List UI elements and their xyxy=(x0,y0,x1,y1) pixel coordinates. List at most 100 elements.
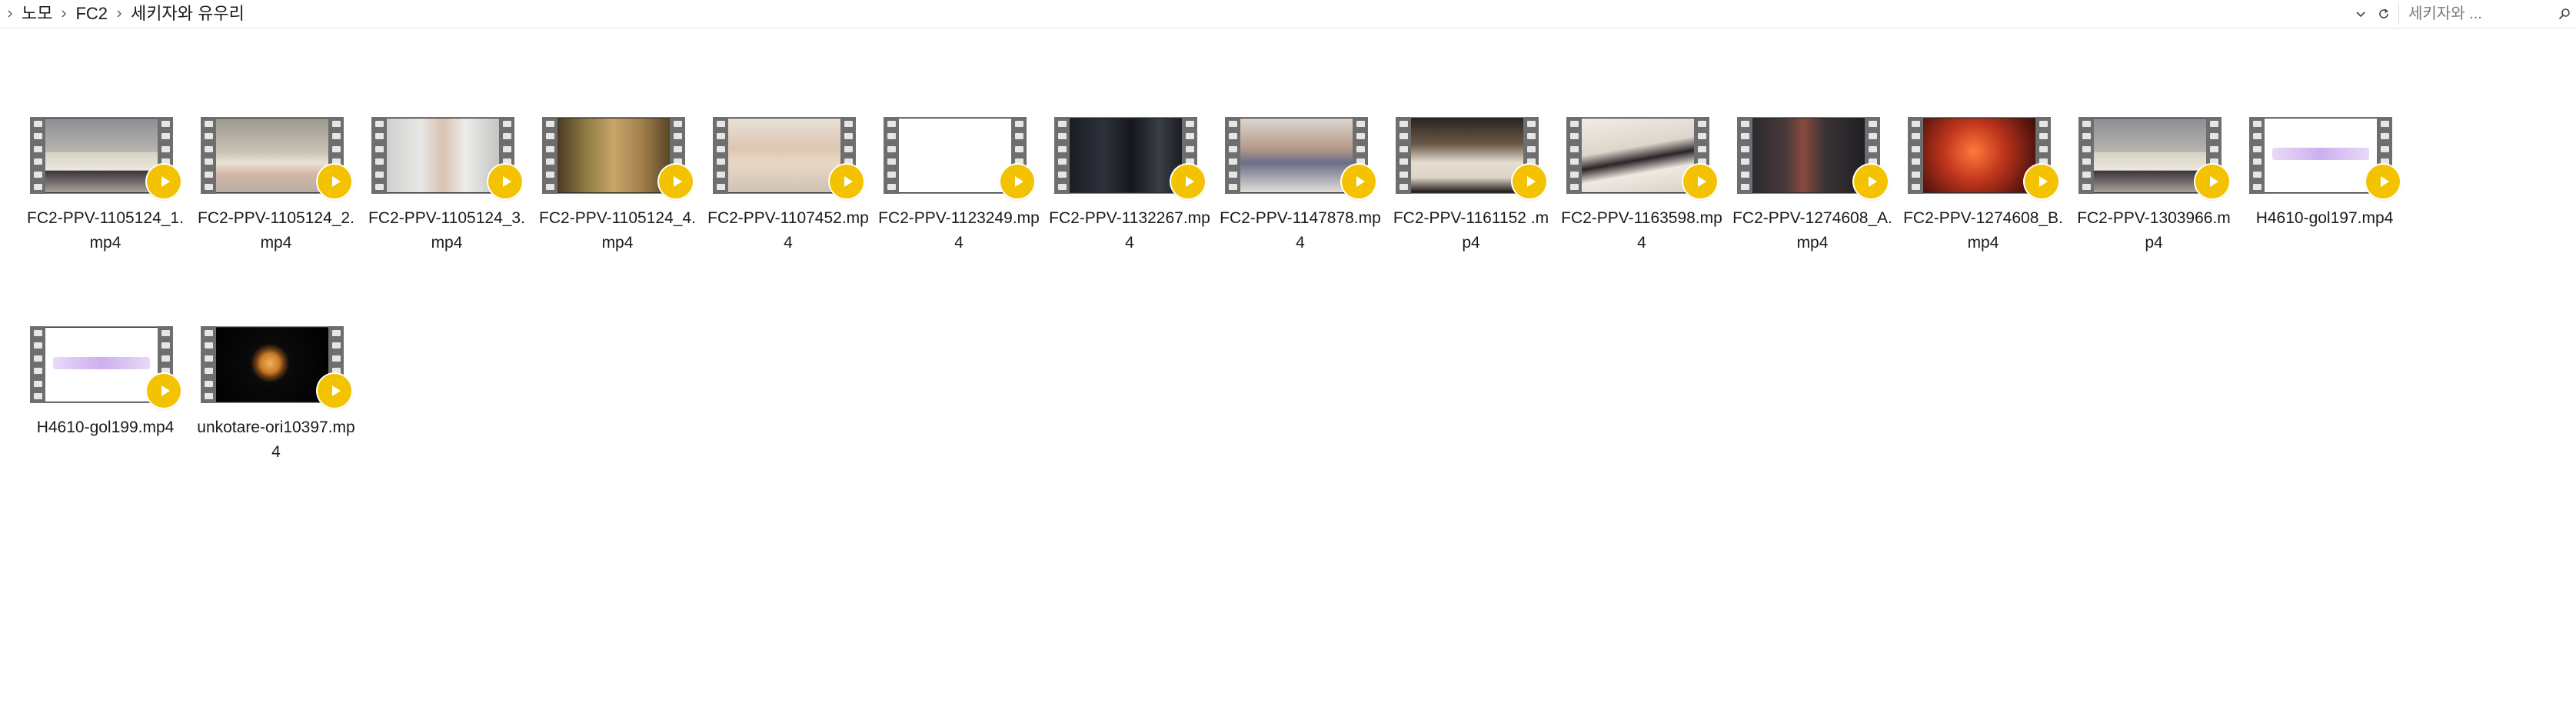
video-thumbnail[interactable] xyxy=(2249,112,2400,198)
sprocket-hole xyxy=(844,133,853,140)
play-icon xyxy=(318,374,351,408)
sprocket-hole xyxy=(204,171,213,178)
file-item[interactable]: FC2-PPV-1105124_4.mp4 xyxy=(532,106,703,283)
play-icon xyxy=(147,165,181,198)
file-item[interactable]: FC2-PPV-1163598.mp4 xyxy=(1556,106,1727,283)
file-item[interactable]: FC2-PPV-1132267.mp4 xyxy=(1044,106,1215,283)
sprocket-hole xyxy=(673,133,682,140)
search-icon[interactable] xyxy=(2553,2,2576,25)
chevron-right-icon[interactable] xyxy=(57,7,71,21)
search-input[interactable] xyxy=(2402,2,2553,25)
sprocket-hole xyxy=(1526,158,1536,165)
chevron-down-icon[interactable] xyxy=(2349,2,2372,25)
breadcrumb-item-nomo[interactable]: 노모 xyxy=(17,2,57,26)
sprocket-hole xyxy=(2209,145,2218,152)
sprocket-hole xyxy=(2082,158,2091,165)
video-thumbnail[interactable] xyxy=(1566,112,1717,198)
video-thumbnail[interactable] xyxy=(713,112,864,198)
sprocket-hole xyxy=(1356,121,1365,127)
sprocket-hole xyxy=(716,133,725,140)
breadcrumb-item-current-folder[interactable]: 세키자와 유우리 xyxy=(126,2,249,26)
file-name: FC2-PPV-1132267.mp4 xyxy=(1049,209,1210,252)
sprocket-hole xyxy=(1185,121,1194,127)
file-item[interactable]: H4610-gol197.mp4 xyxy=(2239,106,2410,283)
thumbnail-frame xyxy=(1752,118,1865,192)
breadcrumb[interactable]: 노모 FC2 세키자와 유우리 xyxy=(0,0,2349,28)
file-name: FC2-PPV-1105124_1.mp4 xyxy=(27,209,184,252)
thumbnail-frame xyxy=(1411,118,1523,192)
file-name: FC2-PPV-1105124_3.mp4 xyxy=(368,209,525,252)
thumbnail-frame xyxy=(1240,118,1353,192)
thumbnail-image xyxy=(45,328,158,402)
video-thumbnail[interactable] xyxy=(201,112,351,198)
video-thumbnail[interactable] xyxy=(1225,112,1376,198)
file-item[interactable]: H4610-gol199.mp4 xyxy=(20,315,191,492)
video-thumbnail[interactable] xyxy=(542,112,693,198)
film-sprockets xyxy=(201,117,216,194)
film-sprockets xyxy=(884,117,899,194)
video-thumbnail[interactable] xyxy=(1908,112,2058,198)
sprocket-hole xyxy=(1740,183,1749,190)
refresh-icon[interactable] xyxy=(2372,2,2395,25)
sprocket-hole xyxy=(2082,121,2091,127)
sprocket-hole xyxy=(1569,133,1579,140)
sprocket-hole xyxy=(204,392,213,399)
sprocket-hole xyxy=(1740,121,1749,127)
sprocket-hole xyxy=(716,121,725,127)
film-sprockets xyxy=(1737,117,1752,194)
sprocket-hole xyxy=(1868,158,1877,165)
video-thumbnail[interactable] xyxy=(884,112,1034,198)
sprocket-hole xyxy=(2380,145,2389,152)
sprocket-hole xyxy=(374,121,384,127)
file-name: FC2-PPV-1161152 .mp4 xyxy=(1393,209,1549,252)
sprocket-hole xyxy=(1697,145,1706,152)
sprocket-hole xyxy=(1228,183,1237,190)
sprocket-hole xyxy=(1911,133,1920,140)
sprocket-hole xyxy=(716,158,725,165)
breadcrumb-item-fc2[interactable]: FC2 xyxy=(71,2,112,26)
file-item[interactable]: FC2-PPV-1274608_A.mp4 xyxy=(1727,106,1898,283)
sprocket-hole xyxy=(204,133,213,140)
sprocket-hole xyxy=(1526,145,1536,152)
sprocket-hole xyxy=(33,368,42,375)
file-item[interactable]: FC2-PPV-1105124_2.mp4 xyxy=(191,106,361,283)
chevron-right-icon[interactable] xyxy=(112,7,126,21)
sprocket-hole xyxy=(2082,171,2091,178)
file-item[interactable]: FC2-PPV-1105124_1.mp4 xyxy=(20,106,191,283)
video-thumbnail[interactable] xyxy=(2078,112,2229,198)
sprocket-hole xyxy=(33,145,42,152)
video-thumbnail[interactable] xyxy=(30,322,181,408)
file-item[interactable]: FC2-PPV-1105124_3.mp4 xyxy=(361,106,532,283)
file-name: FC2-PPV-1163598.mp4 xyxy=(1561,209,1722,252)
sprocket-hole xyxy=(33,183,42,190)
file-item[interactable]: unkotare-ori10397.mp4 xyxy=(191,315,361,492)
sprocket-hole xyxy=(1228,121,1237,127)
sprocket-hole xyxy=(161,330,170,336)
sprocket-hole xyxy=(502,158,511,165)
file-item[interactable]: FC2-PPV-1107452.mp4 xyxy=(703,106,874,283)
file-name: H4610-gol199.mp4 xyxy=(36,419,175,436)
sprocket-hole xyxy=(2209,158,2218,165)
thumbnail-image xyxy=(1070,118,1182,192)
thumbnail-image xyxy=(2094,118,2206,192)
logo-watermark-icon xyxy=(2272,148,2369,160)
file-item[interactable]: FC2-PPV-1123249.mp4 xyxy=(874,106,1044,283)
video-thumbnail[interactable] xyxy=(30,112,181,198)
video-thumbnail[interactable] xyxy=(371,112,522,198)
video-thumbnail[interactable] xyxy=(1396,112,1546,198)
sprocket-hole xyxy=(887,158,896,165)
video-thumbnail[interactable] xyxy=(1054,112,1205,198)
video-thumbnail[interactable] xyxy=(1737,112,1888,198)
sprocket-hole xyxy=(1740,133,1749,140)
thumbnail-frame xyxy=(1582,118,1694,192)
file-item[interactable]: FC2-PPV-1274608_B.mp4 xyxy=(1898,106,2068,283)
sprocket-hole xyxy=(2380,121,2389,127)
file-item[interactable]: FC2-PPV-1161152 .mp4 xyxy=(1386,106,1556,283)
file-item[interactable]: FC2-PPV-1147878.mp4 xyxy=(1215,106,1386,283)
file-item[interactable]: FC2-PPV-1303966.mp4 xyxy=(2068,106,2239,283)
play-icon xyxy=(1000,165,1034,198)
sprocket-hole xyxy=(33,330,42,336)
chevron-right-icon[interactable] xyxy=(3,7,17,21)
play-icon xyxy=(2195,165,2229,198)
video-thumbnail[interactable] xyxy=(201,322,351,408)
